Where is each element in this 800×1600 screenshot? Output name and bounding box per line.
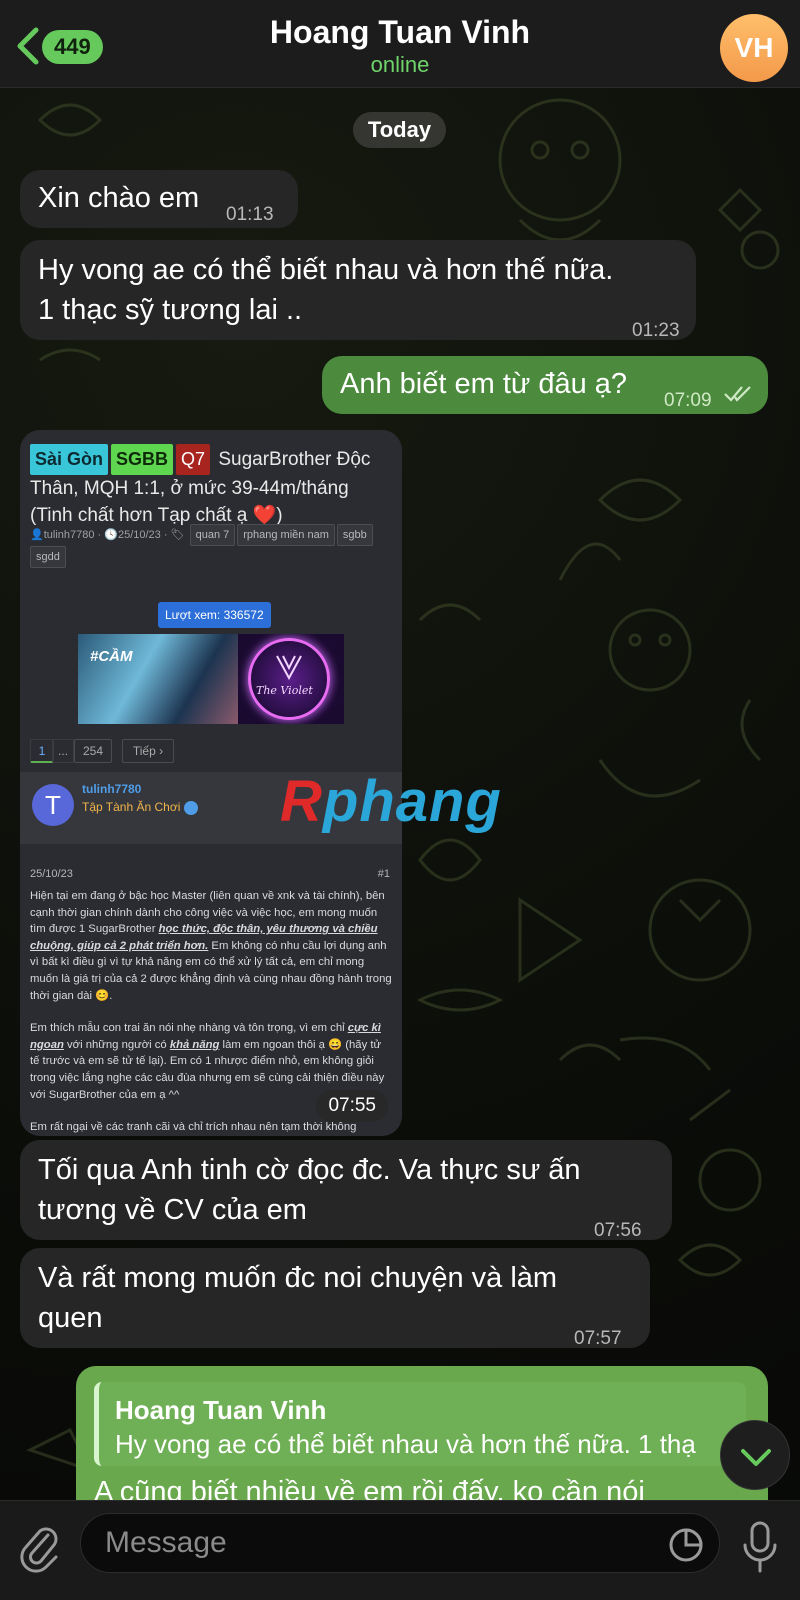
user-icon: 👤 xyxy=(30,529,44,541)
post-text: với những người có xyxy=(63,1038,170,1051)
message-incoming[interactable]: Hy vong ae có thể biết nhau và hơn thế n… xyxy=(20,240,696,341)
post-text-emphasis: khả năng xyxy=(169,1038,220,1051)
message-time: 07:56 xyxy=(594,1220,642,1241)
message-text: Anh biết em từ đâu ạ? xyxy=(340,368,628,400)
contact-avatar[interactable]: VH xyxy=(720,14,788,82)
post-date: 25/10/23 xyxy=(30,868,73,880)
watermark-text: phang xyxy=(322,769,502,834)
chip: sgbb xyxy=(336,524,373,546)
reply-quote[interactable]: Hoang Tuan Vinh Hy vong ae có thể biết n… xyxy=(94,1382,746,1466)
message-time: 07:09 xyxy=(664,390,712,411)
page-1[interactable]: 1 xyxy=(30,739,54,763)
message-text-line: Hy vong ae có thể biết nhau và hơn thế n… xyxy=(38,254,614,286)
violet-logo-icon xyxy=(276,655,302,680)
message-text: Xin chào em xyxy=(38,182,200,214)
banner-image: #CẦM The Violet xyxy=(78,634,344,724)
message-incoming[interactable]: Xin chào em 01:13 xyxy=(20,170,298,228)
chip: rphang miền nam xyxy=(237,524,335,546)
chip: quan 7 xyxy=(189,524,236,546)
page-next[interactable]: Tiếp › xyxy=(122,739,174,763)
contact-status: online xyxy=(370,52,430,77)
message-text-line: quen xyxy=(38,1302,103,1334)
post-number: #1 xyxy=(377,868,390,880)
author-avatar: T xyxy=(32,784,74,826)
author-rank: Tập Tành Ăn Chơi xyxy=(82,800,198,815)
chat-screen: 449 Hoang Tuan Vinh online VH Today Xin … xyxy=(0,0,800,1600)
message-time: 01:23 xyxy=(632,320,680,341)
post-title-line2: Thân, MQH 1:1, ở mức 39-44m/tháng xyxy=(30,478,349,499)
message-text-line: tương về CV của em xyxy=(38,1194,307,1226)
banner-text-left: #CẦM xyxy=(90,648,133,665)
chevron-down-icon xyxy=(741,1449,771,1466)
page-254[interactable]: 254 xyxy=(74,739,112,763)
post-paragraph: Hiện tại em đang ở bậc học Master (liên … xyxy=(30,888,392,1004)
message-input[interactable]: Message xyxy=(80,1513,720,1573)
message-composer: Message xyxy=(0,1500,800,1600)
message-incoming[interactable]: Và rất mong muốn đc noi chuyện và làm qu… xyxy=(20,1248,650,1349)
clock-icon: 🕓 xyxy=(104,529,118,541)
tag-sai-gon: Sài Gòn xyxy=(30,444,109,475)
tag-q7: Q7 xyxy=(176,444,211,475)
tag-icon: 🏷 xyxy=(170,529,185,541)
message-time: 07:57 xyxy=(574,1328,622,1349)
author-name: tulinh7780 xyxy=(82,782,142,796)
post-text: Em thích mẫu con trai ăn nói nhẹ nhàng v… xyxy=(30,1022,348,1035)
message-time: 07:55 xyxy=(316,1090,388,1122)
post-title-line1: SugarBrother Độc xyxy=(218,449,371,470)
post-meta: 👤tulinh7780 · 🕓25/10/23 · 🏷 quan 7 rphang… xyxy=(30,524,395,568)
message-incoming[interactable]: Tối qua Anh tinh cờ đọc đc. Va thực sư ấ… xyxy=(20,1140,672,1241)
post-title-line3: (Tinh chất hơn Tạp chất ạ ❤️) xyxy=(30,505,283,526)
message-text-line: Và rất mong muốn đc noi chuyện và làm xyxy=(38,1262,558,1294)
watermark-logo: Rphang xyxy=(280,769,502,834)
author-rank-text: Tập Tành Ăn Chơi xyxy=(82,800,181,814)
read-receipt-icon xyxy=(724,386,751,402)
post-date-meta: 25/10/23 · xyxy=(117,529,168,541)
post-title: Sài Gòn SGBB Q7 SugarBrother Độc Thân, MQH… xyxy=(30,444,392,529)
reply-quote-text: Hy vong ae có thể biết nhau và hơn thế n… xyxy=(115,1429,696,1459)
views-badge: Lượt xem: 336572 xyxy=(158,602,271,628)
message-time: 01:13 xyxy=(226,204,274,225)
banner-text-right: The Violet xyxy=(256,684,313,697)
message-outgoing[interactable]: Anh biết em từ đâu ạ? 07:09 xyxy=(322,356,768,414)
post-author-meta: tulinh7780 · xyxy=(43,529,105,541)
contact-name[interactable]: Hoang Tuan Vinh xyxy=(0,14,800,51)
chat-header: 449 Hoang Tuan Vinh online VH xyxy=(0,0,800,88)
chip: sgdd xyxy=(30,546,66,568)
paperclip-icon[interactable] xyxy=(18,1523,62,1573)
scroll-to-bottom-button[interactable] xyxy=(720,1420,790,1490)
verified-icon xyxy=(183,800,198,815)
microphone-icon[interactable] xyxy=(740,1519,780,1575)
sticker-icon[interactable] xyxy=(668,1527,704,1563)
message-text-line: 1 thạc sỹ tương lai .. xyxy=(38,294,303,326)
message-text-line: Tối qua Anh tinh cờ đọc đc. Va thực sư ấ… xyxy=(38,1154,581,1186)
page-ellipsis: ... xyxy=(52,739,74,763)
tag-sgbb: SGBB xyxy=(111,444,174,475)
date-divider: Today xyxy=(353,112,446,148)
